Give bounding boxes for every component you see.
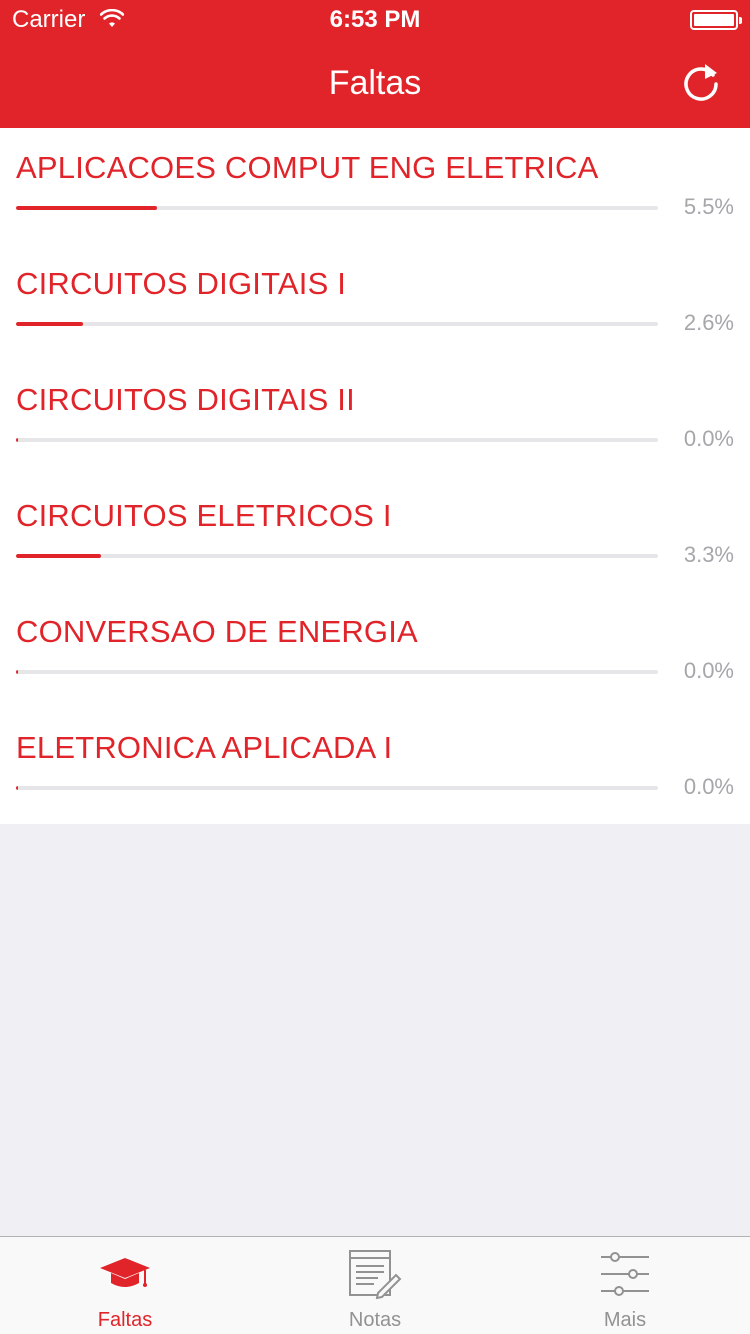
- refresh-icon: [684, 64, 718, 101]
- progress-fill: [16, 670, 18, 674]
- progress-fill: [16, 438, 18, 442]
- notes-icon: [325, 1247, 425, 1301]
- progress-track: [16, 670, 658, 674]
- clock: 6:53 PM: [329, 6, 421, 33]
- course-name: CIRCUITOS DIGITAIS I: [16, 266, 347, 301]
- percent-label: 0.0%: [683, 658, 734, 683]
- progress-track: [16, 322, 658, 326]
- course-name: CONVERSAO DE ENERGIA: [16, 614, 418, 649]
- list-item[interactable]: APLICACOES COMPUT ENG ELETRICA 5.5%: [0, 128, 750, 244]
- progress-fill: [16, 554, 102, 558]
- tab-faltas[interactable]: Faltas: [0, 1237, 250, 1334]
- list-item[interactable]: CIRCUITOS DIGITAIS I 2.6%: [0, 244, 750, 360]
- progress-fill: [16, 322, 84, 326]
- progress-fill: [16, 206, 158, 210]
- status-bar: Carrier 6:53 PM: [0, 0, 750, 40]
- tab-label: Notas: [348, 1309, 402, 1331]
- course-name: ELETRONICA APLICADA I: [16, 730, 393, 765]
- course-name: CIRCUITOS ELETRICOS I: [16, 498, 392, 533]
- percent-label: 2.6%: [683, 310, 734, 335]
- tab-label: Mais: [603, 1309, 647, 1331]
- progress-track: [16, 438, 658, 442]
- list-item[interactable]: CONVERSAO DE ENERGIA 0.0%: [0, 592, 750, 708]
- tab-notas[interactable]: Notas: [250, 1237, 500, 1334]
- progress-track: [16, 786, 658, 790]
- battery-icon: [690, 10, 742, 30]
- list-item[interactable]: ELETRONICA APLICADA I 0.0%: [0, 708, 750, 824]
- progress-track: [16, 206, 658, 210]
- course-name: CIRCUITOS DIGITAIS II: [16, 382, 355, 417]
- progress-track: [16, 554, 658, 558]
- page-title: Faltas: [328, 64, 422, 102]
- navigation-header: Carrier 6:53 PM Faltas: [0, 0, 750, 128]
- refresh-button[interactable]: [676, 56, 728, 108]
- sliders-icon: [575, 1247, 675, 1301]
- tab-bar: Faltas Notas Mais: [0, 1236, 750, 1334]
- course-name: APLICACOES COMPUT ENG ELETRICA: [16, 150, 599, 185]
- tab-mais[interactable]: Mais: [500, 1237, 750, 1334]
- percent-label: 0.0%: [683, 426, 734, 451]
- list-item[interactable]: CIRCUITOS DIGITAIS II 0.0%: [0, 360, 750, 476]
- percent-label: 0.0%: [683, 774, 734, 799]
- graduation-cap-icon: [75, 1247, 175, 1301]
- progress-fill: [16, 786, 18, 790]
- list-item[interactable]: CIRCUITOS ELETRICOS I 3.3%: [0, 476, 750, 592]
- tab-label: Faltas: [97, 1309, 153, 1331]
- course-list: APLICACOES COMPUT ENG ELETRICA 5.5% CIRC…: [0, 128, 750, 824]
- percent-label: 3.3%: [683, 542, 734, 567]
- percent-label: 5.5%: [683, 194, 734, 219]
